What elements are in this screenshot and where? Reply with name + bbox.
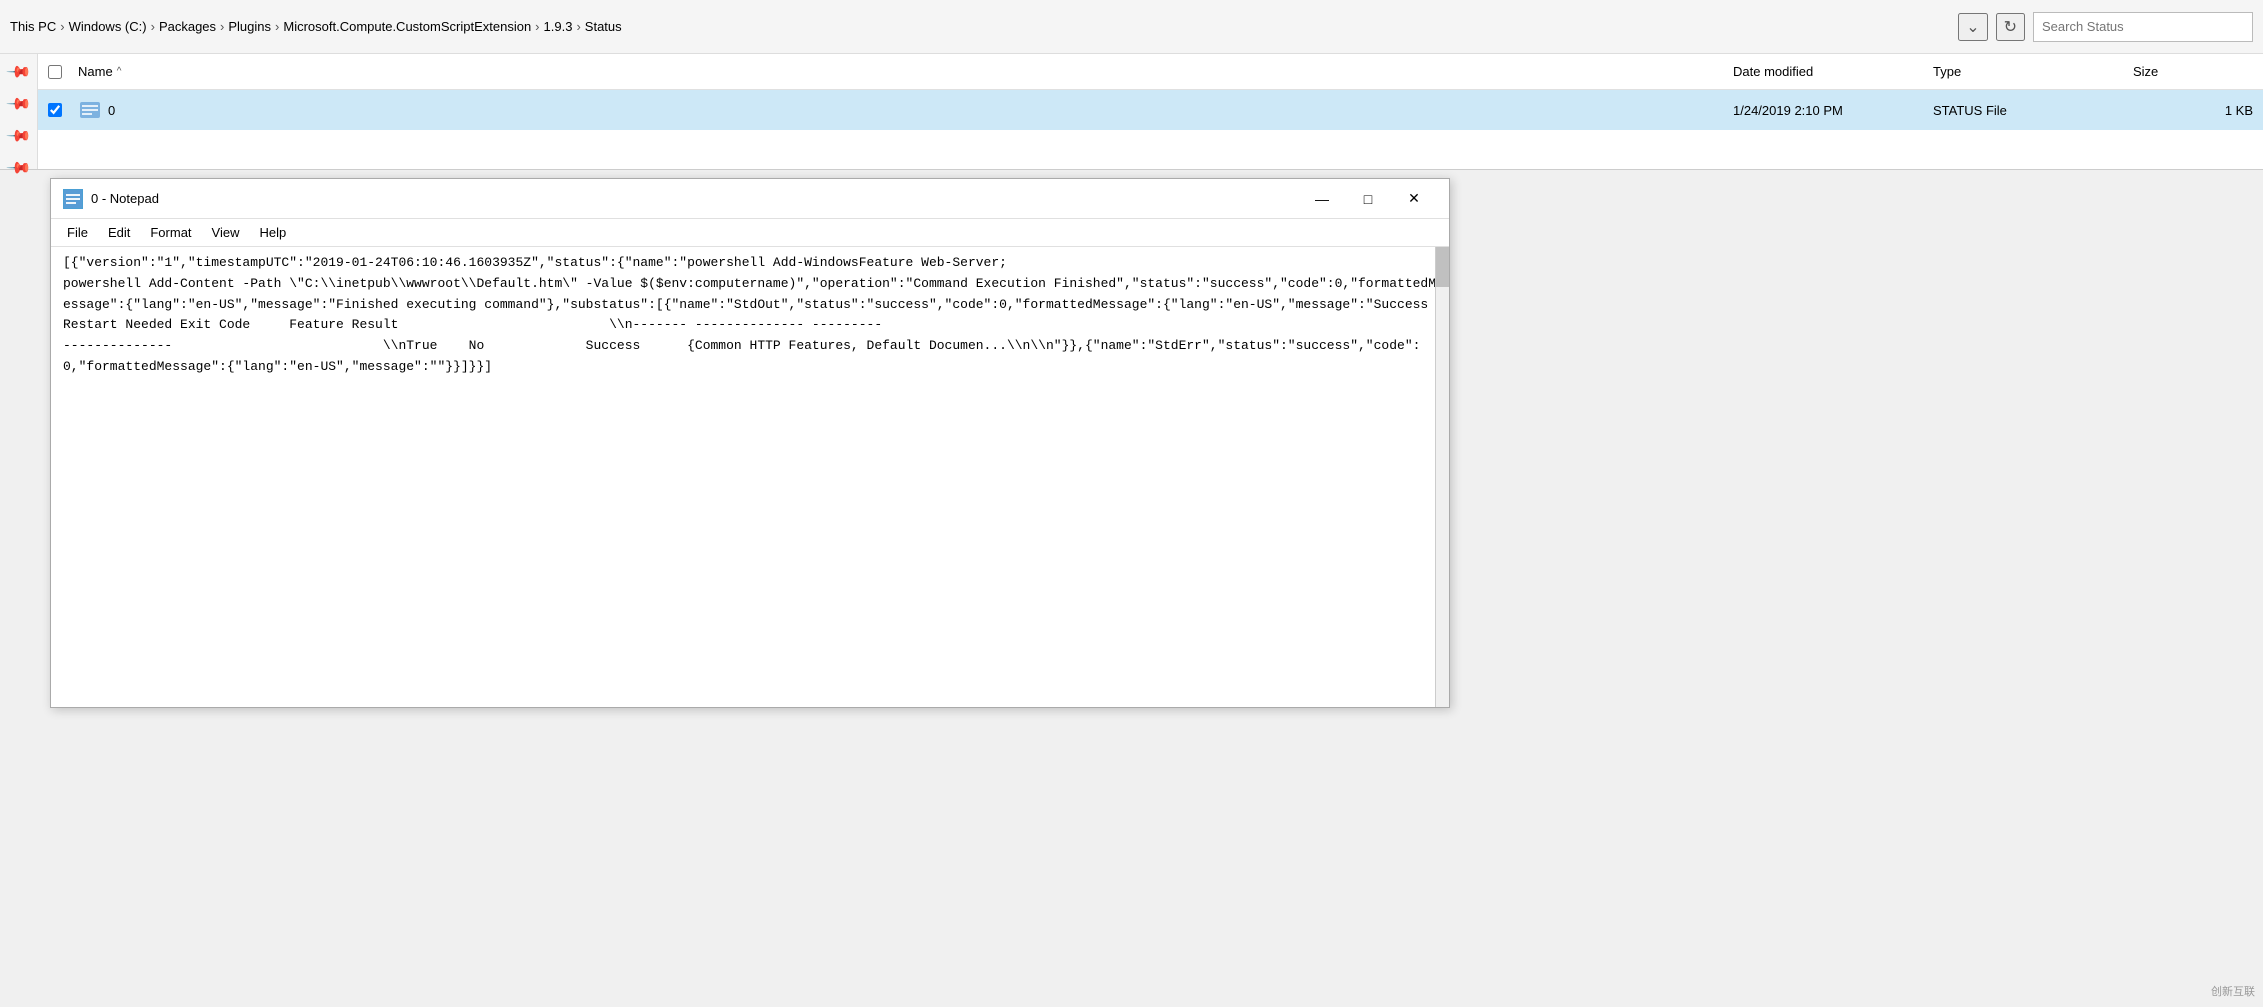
file-type: STATUS File [1933, 103, 2133, 118]
refresh-button[interactable]: ↻ [1996, 13, 2025, 41]
sep-5: › [535, 19, 539, 34]
search-box[interactable] [2033, 12, 2253, 42]
column-headers: Name ^ Date modified Type Size [0, 54, 2263, 90]
type-column-header[interactable]: Type [1933, 64, 2133, 79]
select-all-checkbox-col [48, 65, 78, 79]
watermark: 创新互联 [2211, 983, 2255, 999]
menu-file[interactable]: File [59, 223, 96, 242]
file-size: 1 KB [2133, 103, 2253, 118]
address-bar: This PC › Windows (C:) › Packages › Plug… [0, 0, 2263, 54]
sep-3: › [220, 19, 224, 34]
pin-icon-2[interactable]: 📌 [4, 90, 32, 118]
sep-1: › [60, 19, 64, 34]
window-controls: — □ ✕ [1299, 183, 1437, 215]
sidebar-icons: 📌 📌 📌 📌 [0, 54, 38, 169]
address-bar-controls: ⌄ ↻ [1958, 12, 2253, 42]
breadcrumb-extension[interactable]: Microsoft.Compute.CustomScriptExtension [283, 19, 531, 34]
file-checkbox[interactable] [48, 103, 62, 117]
breadcrumb-packages[interactable]: Packages [159, 19, 216, 34]
sort-arrow: ^ [117, 66, 122, 77]
breadcrumb-version[interactable]: 1.9.3 [544, 19, 573, 34]
notepad-content[interactable]: [{"version":"1","timestampUTC":"2019-01-… [51, 247, 1449, 707]
size-column-header[interactable]: Size [2133, 64, 2253, 79]
name-column-header[interactable]: Name ^ [78, 64, 1733, 79]
notepad-icon [63, 189, 83, 209]
menu-format[interactable]: Format [142, 223, 199, 242]
file-row[interactable]: 0 1/24/2019 2:10 PM STATUS File 1 KB [0, 90, 2263, 130]
sep-2: › [151, 19, 155, 34]
minimize-button[interactable]: — [1299, 183, 1345, 215]
pin-icon-1[interactable]: 📌 [4, 58, 32, 86]
menu-help[interactable]: Help [251, 223, 294, 242]
chevron-down-button[interactable]: ⌄ [1958, 13, 1987, 41]
pin-icon-4[interactable]: 📌 [4, 154, 32, 182]
notepad-titlebar: 0 - Notepad — □ ✕ [51, 179, 1449, 219]
breadcrumb-path: This PC › Windows (C:) › Packages › Plug… [10, 19, 1952, 34]
breadcrumb-this-pc[interactable]: This PC [10, 19, 56, 34]
search-input[interactable] [2042, 19, 2244, 34]
breadcrumb-windows-c[interactable]: Windows (C:) [69, 19, 147, 34]
file-name: 0 [108, 103, 1733, 118]
date-column-header[interactable]: Date modified [1733, 64, 1933, 79]
maximize-button[interactable]: □ [1345, 183, 1391, 215]
menu-edit[interactable]: Edit [100, 223, 138, 242]
sep-6: › [576, 19, 580, 34]
file-date: 1/24/2019 2:10 PM [1733, 103, 1933, 118]
notepad-title: 0 - Notepad [91, 191, 1299, 206]
file-checkbox-col [48, 103, 78, 117]
pin-icon-3[interactable]: 📌 [4, 122, 32, 150]
scrollbar-thumb[interactable] [1436, 247, 1449, 287]
close-button[interactable]: ✕ [1391, 183, 1437, 215]
notepad-scrollbar[interactable] [1435, 247, 1449, 707]
breadcrumb-plugins[interactable]: Plugins [228, 19, 271, 34]
file-type-icon [78, 98, 102, 122]
select-all-checkbox[interactable] [48, 65, 62, 79]
breadcrumb-status[interactable]: Status [585, 19, 622, 34]
notepad-menubar: File Edit Format View Help [51, 219, 1449, 247]
menu-view[interactable]: View [204, 223, 248, 242]
file-explorer: This PC › Windows (C:) › Packages › Plug… [0, 0, 2263, 170]
sep-4: › [275, 19, 279, 34]
notepad-window: 0 - Notepad — □ ✕ File Edit Format View … [50, 178, 1450, 708]
